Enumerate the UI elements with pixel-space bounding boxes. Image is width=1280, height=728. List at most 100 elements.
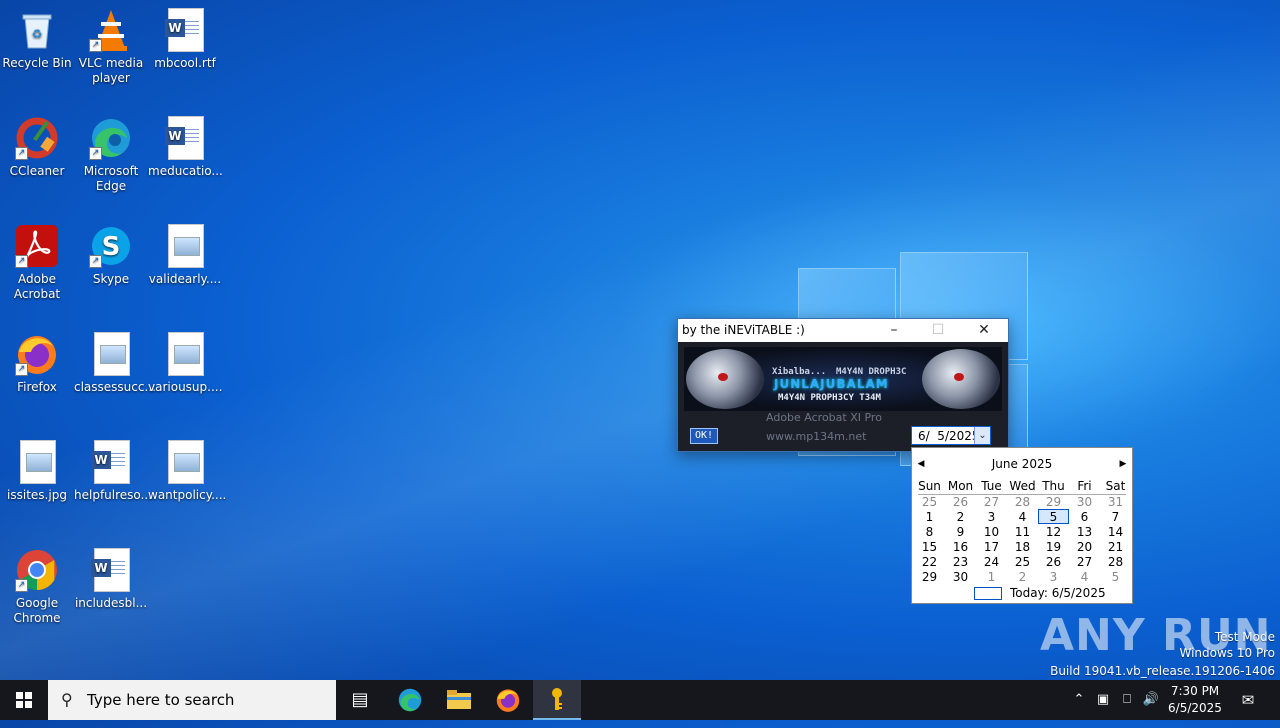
taskbar-firefox-icon[interactable] <box>484 680 532 720</box>
calendar-day[interactable]: 9 <box>945 524 976 539</box>
ok-button[interactable]: OK! <box>690 428 718 444</box>
calendar-day[interactable]: 26 <box>1038 554 1069 569</box>
calendar-day[interactable]: 1 <box>914 509 945 524</box>
calendar-day[interactable]: 30 <box>945 569 976 584</box>
calendar-day[interactable]: 26 <box>945 494 976 509</box>
file-explorer-icon[interactable] <box>435 680 483 720</box>
calendar-day[interactable]: 1 <box>976 569 1007 584</box>
desktop-icon-helpfulreso[interactable]: W helpfulreso... <box>74 432 152 503</box>
volume-icon[interactable]: 🔊 <box>1140 680 1162 720</box>
dialog-titlebar[interactable]: by the iNEViTABLE :) – ☐ ✕ <box>678 319 1008 342</box>
desktop-icon-label: mbcool.rtf <box>154 56 216 70</box>
desktop-icon-label: includesbl... <box>74 596 148 610</box>
taskbar-keygen-app-icon[interactable] <box>533 680 581 720</box>
start-button[interactable] <box>0 680 48 720</box>
banner-text-left: Xibalba... <box>772 367 827 377</box>
shortcut-arrow-icon: ↗ <box>89 39 102 52</box>
calendar-today-link[interactable]: Today: 6/5/2025 <box>974 586 1106 600</box>
calendar-day[interactable]: 28 <box>1100 554 1131 569</box>
calendar-month-label[interactable]: June 2025 <box>912 456 1132 472</box>
shortcut-arrow-icon: ↗ <box>15 363 28 376</box>
desktop-icon-ccleaner[interactable]: ↗ CCleaner <box>0 108 74 179</box>
today-label: Today: 6/5/2025 <box>1010 586 1106 600</box>
taskbar-clock[interactable]: 7:30 PM 6/5/2025 <box>1160 683 1230 717</box>
next-month-arrow-icon[interactable]: ▶ <box>1116 456 1130 472</box>
website-text: www.mp134m.net <box>766 430 867 443</box>
calendar-day[interactable]: 18 <box>1007 539 1038 554</box>
network-icon[interactable]: ⎕ <box>1116 680 1138 720</box>
calendar-day[interactable]: 20 <box>1069 539 1100 554</box>
calendar-day[interactable]: 25 <box>1007 554 1038 569</box>
desktop-icon-classessucc[interactable]: classessucc... <box>74 324 156 395</box>
tray-chevron-up-icon[interactable]: ⌃ <box>1068 680 1090 720</box>
calendar-day[interactable]: 25 <box>914 494 945 509</box>
weekday-header: Thu <box>1042 479 1065 493</box>
clock-time: 7:30 PM <box>1170 684 1220 698</box>
tray-app-icon[interactable]: ▣ <box>1092 680 1114 720</box>
calendar-day[interactable]: 24 <box>976 554 1007 569</box>
calendar-day[interactable]: 28 <box>1007 494 1038 509</box>
desktop-icon-adobe-acrobat[interactable]: ↗ Adobe Acrobat <box>0 216 74 302</box>
desktop-icon-variousup[interactable]: variousup.... <box>148 324 222 395</box>
image-file-icon <box>163 440 207 484</box>
calendar-day[interactable]: 4 <box>1069 569 1100 584</box>
weekday-header: Tue <box>981 479 1002 493</box>
taskbar-edge-icon[interactable] <box>386 680 434 720</box>
calendar-day[interactable]: 12 <box>1038 524 1069 539</box>
word-document-icon: W <box>163 116 207 160</box>
desktop-icon-recycle-bin[interactable]: ♻ Recycle Bin <box>0 0 74 71</box>
desktop-icon-includesbl[interactable]: W includesbl... <box>74 540 148 611</box>
calendar-day[interactable]: 31 <box>1100 494 1131 509</box>
taskbar-search-box[interactable]: ⚲ Type here to search <box>48 680 336 720</box>
desktop-icon-chrome[interactable]: ↗ Google Chrome <box>0 540 74 626</box>
calendar-day[interactable]: 11 <box>1007 524 1038 539</box>
minimize-button[interactable]: – <box>872 319 916 342</box>
desktop-icon-issites[interactable]: issites.jpg <box>0 432 74 503</box>
desktop-icon-meducatio[interactable]: W meducatio... <box>148 108 223 179</box>
calendar-day[interactable]: 5 <box>1038 509 1069 524</box>
desktop-icon-firefox[interactable]: ↗ Firefox <box>0 324 74 395</box>
desktop-icon-validearly[interactable]: validearly.... <box>148 216 222 287</box>
chevron-down-icon[interactable]: ⌄ <box>974 427 990 444</box>
calendar-day[interactable]: 7 <box>1100 509 1131 524</box>
keygen-dialog[interactable]: by the iNEViTABLE :) – ☐ ✕ Xibalba... M4… <box>677 318 1009 452</box>
desktop-icon-label: CCleaner <box>9 164 65 178</box>
calendar-day[interactable]: 8 <box>914 524 945 539</box>
calendar-day[interactable]: 2 <box>945 509 976 524</box>
close-button[interactable]: ✕ <box>962 319 1006 342</box>
calendar-day[interactable]: 29 <box>914 569 945 584</box>
calendar-day[interactable]: 15 <box>914 539 945 554</box>
task-view-icon[interactable]: ▤ <box>336 680 384 720</box>
svg-text:S: S <box>102 232 121 262</box>
calendar-day[interactable]: 22 <box>914 554 945 569</box>
desktop-icon-mbcool[interactable]: W mbcool.rtf <box>148 0 222 71</box>
calendar-day[interactable]: 17 <box>976 539 1007 554</box>
calendar-day[interactable]: 5 <box>1100 569 1131 584</box>
calendar-day[interactable]: 13 <box>1069 524 1100 539</box>
desktop-icon-wantpolicy[interactable]: wantpolicy.... <box>148 432 226 503</box>
desktop-icon-vlc[interactable]: ↗ VLC media player <box>74 0 148 86</box>
date-picker-field[interactable]: 6/ 5/2025 ⌄ <box>911 426 991 445</box>
calendar-day[interactable]: 14 <box>1100 524 1131 539</box>
calendar-day[interactable]: 21 <box>1100 539 1131 554</box>
calendar-day[interactable]: 4 <box>1007 509 1038 524</box>
calendar-day[interactable]: 19 <box>1038 539 1069 554</box>
calendar-day[interactable]: 3 <box>976 509 1007 524</box>
calendar-popup[interactable]: ◀ June 2025 ▶ Sun Mon Tue Wed Thu Fri Sat 25 26… <box>911 447 1133 604</box>
calendar-day[interactable]: 3 <box>1038 569 1069 584</box>
today-marker <box>974 587 1002 600</box>
calendar-day[interactable]: 29 <box>1038 494 1069 509</box>
desktop-icon-skype[interactable]: S ↗ Skype <box>74 216 148 287</box>
shortcut-arrow-icon: ↗ <box>15 579 28 592</box>
desktop-icon-edge[interactable]: ↗ Microsoft Edge <box>74 108 148 194</box>
notifications-icon[interactable]: ✉ <box>1234 680 1262 720</box>
calendar-day[interactable]: 6 <box>1069 509 1100 524</box>
calendar-day[interactable]: 27 <box>1069 554 1100 569</box>
desktop-icon-label: helpfulreso... <box>74 488 152 502</box>
calendar-day[interactable]: 10 <box>976 524 1007 539</box>
calendar-day[interactable]: 2 <box>1007 569 1038 584</box>
calendar-day[interactable]: 23 <box>945 554 976 569</box>
calendar-day[interactable]: 16 <box>945 539 976 554</box>
calendar-day[interactable]: 30 <box>1069 494 1100 509</box>
calendar-day[interactable]: 27 <box>976 494 1007 509</box>
